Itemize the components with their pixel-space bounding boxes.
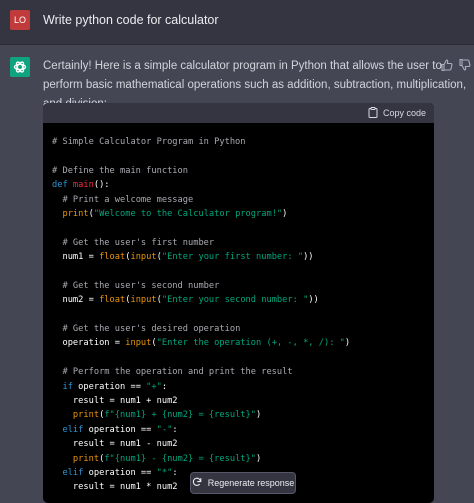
code-token-string: "Welcome to the Calculator program!" <box>93 208 283 219</box>
user-avatar: LO <box>10 10 30 30</box>
code-token-plain: operation == <box>72 381 147 392</box>
code-token-func: main <box>72 180 94 191</box>
code-line: num1 = float(input("Enter your first num… <box>52 250 434 264</box>
code-token-builtin: input <box>130 252 157 263</box>
code-token-plain: result = num1 * num2 <box>52 482 178 493</box>
code-token-string: "Enter the operation (+, -, *, /): " <box>156 338 345 349</box>
code-token-string: "Enter your first number: " <box>161 252 304 263</box>
code-token-plain: ) <box>282 208 288 219</box>
code-token-plain: operation == <box>83 424 157 435</box>
code-line: # Print a welcome message <box>52 193 434 207</box>
openai-logo-icon <box>10 57 30 77</box>
code-line: elif operation == "-": <box>52 423 434 437</box>
code-token-plain: result = num1 + num2 <box>52 396 178 407</box>
code-token-string: f"{num1} + {num2} = {result}" <box>104 410 256 421</box>
code-token-plain: ) <box>256 410 262 421</box>
code-token-keyword: def <box>52 180 73 191</box>
code-token-string: "+" <box>146 381 162 392</box>
code-token-keyword: elif <box>62 467 84 478</box>
code-line: print(f"{num1} + {num2} = {result}") <box>52 408 434 422</box>
code-token-builtin: print <box>62 208 89 219</box>
code-block-header: Copy code <box>43 103 434 123</box>
code-token-plain: ) <box>256 453 262 464</box>
code-token-keyword: if <box>62 381 73 392</box>
code-token-plain: : <box>172 467 178 478</box>
copy-code-button[interactable]: Copy code <box>368 106 426 120</box>
code-token-comment: # Simple Calculator Program in Python <box>52 137 246 147</box>
copy-code-label: Copy code <box>382 108 426 118</box>
regenerate-response-button[interactable]: Regenerate response <box>190 472 296 494</box>
code-token-plain: : <box>161 381 168 392</box>
code-token-builtin: float <box>99 295 126 306</box>
code-token-plain: operation = <box>52 338 126 349</box>
clipboard-icon <box>368 106 378 120</box>
assistant-message-row: Certainly! Here is a simple calculator p… <box>0 45 474 503</box>
code-token-plain: num2 = <box>52 295 100 306</box>
code-token-comment: # Get the user's second number <box>62 280 220 291</box>
code-token-builtin: print <box>72 410 100 421</box>
code-line: def main(): <box>52 178 434 192</box>
code-token-builtin: input <box>130 295 157 306</box>
code-token-builtin: print <box>72 453 100 464</box>
code-block: Copy code # Simple Calculator Program in… <box>43 103 434 503</box>
code-token-plain: result = num1 - num2 <box>52 439 178 450</box>
refresh-icon <box>192 477 202 489</box>
code-token-comment: # Perform the operation and print the re… <box>62 367 293 378</box>
code-line: if operation == "+": <box>52 380 434 394</box>
code-token-string: "*" <box>156 467 173 478</box>
code-line: print(f"{num1} - {num2} = {result}") <box>52 452 434 466</box>
code-token-plain: )) <box>303 252 314 263</box>
code-token-plain: : <box>172 424 178 435</box>
code-token-comment: # Get the user's first number <box>62 237 215 248</box>
code-line: # Get the user's first number <box>52 236 434 250</box>
code-line: # Define the main function <box>52 164 434 178</box>
code-content: # Simple Calculator Program in Python # … <box>52 135 434 495</box>
user-prompt-text: Write python code for calculator <box>43 13 219 27</box>
code-token-string: "-" <box>156 424 173 435</box>
code-token-builtin: float <box>99 252 126 263</box>
code-token-builtin: input <box>125 338 152 349</box>
user-message-row: LO Write python code for calculator <box>0 0 474 45</box>
code-line: print("Welcome to the Calculator program… <box>52 207 434 221</box>
code-line: result = num1 + num2 <box>52 394 434 408</box>
code-token-comment: # Get the user's desired operation <box>62 324 241 335</box>
code-token-plain: )) <box>308 295 319 306</box>
code-line: # Get the user's desired operation <box>52 322 434 336</box>
code-token-plain: (): <box>93 180 110 191</box>
code-token-plain: num1 = <box>52 252 100 263</box>
code-line: # Get the user's second number <box>52 279 434 293</box>
code-line: operation = input("Enter the operation (… <box>52 336 434 350</box>
code-token-keyword: elif <box>62 424 84 435</box>
code-token-plain: operation == <box>83 467 157 478</box>
code-line: # Simple Calculator Program in Python <box>52 135 434 149</box>
code-token-string: "Enter your second number: " <box>161 295 309 306</box>
regenerate-response-label: Regenerate response <box>207 478 295 488</box>
code-line: result = num1 - num2 <box>52 437 434 451</box>
code-token-string: f"{num1} - {num2} = {result}" <box>104 453 256 464</box>
code-token-comment: # Define the main function <box>52 165 188 176</box>
code-token-plain: ) <box>344 338 351 349</box>
code-line: num2 = float(input("Enter your second nu… <box>52 293 434 307</box>
code-line: # Perform the operation and print the re… <box>52 365 434 379</box>
code-token-comment: # Print a welcome message <box>62 194 194 205</box>
